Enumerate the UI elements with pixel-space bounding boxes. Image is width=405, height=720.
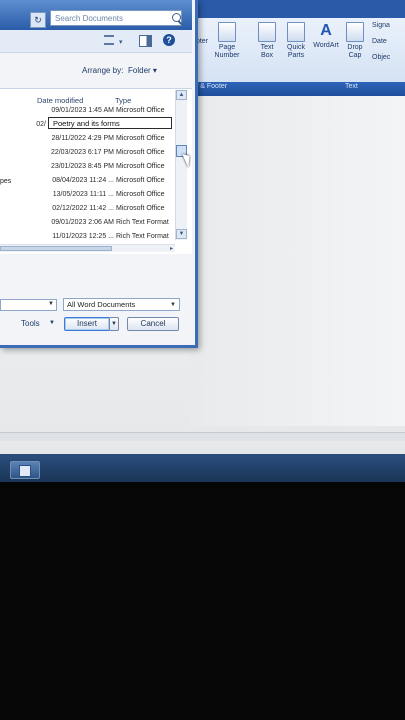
- drop-cap-button[interactable]: Drop Cap: [343, 22, 367, 60]
- search-input[interactable]: Search Documents: [50, 10, 182, 26]
- file-type: Microsoft Office: [116, 205, 165, 212]
- page-number-button[interactable]: Page Number: [212, 22, 242, 60]
- wordart-button[interactable]: A WordArt: [311, 22, 341, 50]
- file-date: 08/04/2023 11:24 ...: [52, 177, 114, 184]
- preview-pane-icon[interactable]: [139, 35, 152, 47]
- insert-button[interactable]: Insert: [64, 317, 110, 331]
- horizontal-scrollbar[interactable]: ▸: [0, 244, 175, 252]
- arrange-by-label: Arrange by:: [82, 66, 124, 75]
- ribbon-label: WordArt: [313, 42, 339, 49]
- file-date: 23/01/2023 8:45 PM: [50, 163, 114, 170]
- file-type: Microsoft Office: [116, 149, 165, 156]
- refresh-button[interactable]: ↻: [30, 12, 46, 28]
- file-type: Rich Text Format: [116, 219, 169, 226]
- file-type: Microsoft Office: [116, 191, 165, 198]
- file-type: Microsoft Office: [116, 135, 165, 142]
- file-date: 13/05/2023 11:11 ...: [52, 191, 114, 198]
- ribbon-title-bar: [190, 0, 405, 20]
- file-type: Rich Text Format: [116, 233, 169, 240]
- tools-button[interactable]: Tools: [21, 319, 40, 328]
- views-icon[interactable]: [104, 35, 114, 45]
- file-row[interactable]: 13/05/2023 11:11 ... Microsoft Office: [34, 188, 174, 201]
- taskbar: [0, 454, 405, 482]
- help-icon[interactable]: ?: [163, 34, 175, 46]
- quick-parts-button[interactable]: Quick Parts: [283, 22, 309, 60]
- file-date: 28/11/2022 4:29 PM: [51, 135, 114, 142]
- text-box-icon: [258, 22, 276, 42]
- scroll-right-arrow[interactable]: ▸: [170, 245, 173, 252]
- ribbon-group-labels: r & Footer Text: [190, 82, 405, 96]
- dialog-toolbar: ▾ ?: [0, 30, 192, 53]
- drop-cap-icon: [346, 22, 364, 42]
- file-type-dropdown[interactable]: All Word Documents ▼: [63, 298, 180, 311]
- file-row[interactable]: 08/04/2023 11:24 ... Microsoft Office: [34, 174, 174, 187]
- document-page[interactable]: [190, 96, 405, 426]
- file-type-value: All Word Documents: [67, 300, 136, 309]
- dialog-address-bar: ↻ Search Documents: [0, 0, 192, 30]
- chevron-down-icon[interactable]: ▼: [49, 320, 55, 326]
- cancel-button[interactable]: Cancel: [127, 317, 179, 331]
- file-date: 22/03/2023 6:17 PM: [50, 149, 114, 156]
- signature-line-button[interactable]: Signa: [372, 22, 405, 30]
- chevron-down-icon[interactable]: ▼: [48, 301, 54, 307]
- ribbon-label: Quick Parts: [287, 44, 305, 59]
- page-number-icon: [218, 22, 236, 42]
- scroll-up-arrow[interactable]: ▲: [176, 90, 187, 100]
- arrange-by-dropdown[interactable]: Folder ▾: [128, 66, 157, 75]
- header-footer-group-label: r & Footer: [196, 83, 228, 90]
- word-icon: [19, 465, 31, 477]
- ribbon-label: Text Box: [260, 44, 274, 59]
- file-name-field[interactable]: ▼: [0, 299, 57, 311]
- file-row[interactable]: 02/12/2022 11:42 ... Microsoft Office: [34, 202, 174, 215]
- horizontal-scrollbar-thumb[interactable]: [0, 246, 112, 251]
- chevron-down-icon[interactable]: ▾: [119, 38, 123, 48]
- file-type: Microsoft Office: [116, 163, 165, 170]
- ribbon-label: Signa: [372, 22, 390, 29]
- quick-parts-icon: [287, 22, 305, 42]
- ribbon-label: Drop Cap: [347, 44, 363, 59]
- search-icon[interactable]: [172, 13, 181, 22]
- text-box-button[interactable]: Text Box: [254, 22, 280, 60]
- file-date: 02/12/2022 11:42 ...: [52, 205, 114, 212]
- status-bar: [0, 432, 405, 441]
- file-row[interactable]: 23/01/2023 8:45 PM Microsoft Office: [34, 160, 174, 173]
- insert-options-arrow[interactable]: ▼: [109, 317, 119, 331]
- nav-pane-label[interactable]: pes: [0, 178, 11, 185]
- insert-file-dialog: ↻ Search Documents ▾ ? Arrange by: Folde…: [0, 0, 198, 348]
- file-row[interactable]: 11/01/2023 12:25 ... Rich Text Format: [34, 230, 174, 243]
- wordart-icon: A: [320, 22, 332, 39]
- file-date: 09/01/2023 1:45 AM: [51, 107, 114, 114]
- object-button[interactable]: Objec: [372, 54, 405, 62]
- file-type: Microsoft Office: [116, 177, 165, 184]
- file-row[interactable]: 09/01/2023 2:06 AM Rich Text Format: [34, 216, 174, 229]
- ribbon-label: Date: [372, 38, 387, 45]
- scroll-down-arrow[interactable]: ▼: [176, 229, 187, 239]
- file-row[interactable]: 28/11/2022 4:29 PM Microsoft Office: [34, 132, 174, 145]
- word-taskbar-button[interactable]: [10, 461, 40, 479]
- ribbon-label: Objec: [372, 54, 391, 61]
- file-date: 09/01/2023 2:06 AM: [51, 219, 114, 226]
- insert-ribbon: oter Page Number Text Box Quick Parts A …: [190, 18, 405, 83]
- file-row[interactable]: 09/01/2023 1:45 AM Microsoft Office: [34, 104, 174, 117]
- file-date: 02/: [36, 121, 46, 128]
- file-row[interactable]: 22/03/2023 6:17 PM Microsoft Office: [34, 146, 174, 159]
- vertical-scrollbar[interactable]: ▲ ▼: [175, 90, 187, 240]
- chevron-down-icon[interactable]: ▼: [170, 299, 176, 311]
- ribbon-label: Page Number: [214, 44, 240, 59]
- rename-field[interactable]: Poetry and its forms: [48, 117, 172, 129]
- file-date: 11/01/2023 12:25 ...: [52, 233, 114, 240]
- date-time-button[interactable]: Date: [372, 38, 405, 46]
- text-group-label: Text: [345, 83, 358, 90]
- file-type: Microsoft Office: [116, 107, 165, 114]
